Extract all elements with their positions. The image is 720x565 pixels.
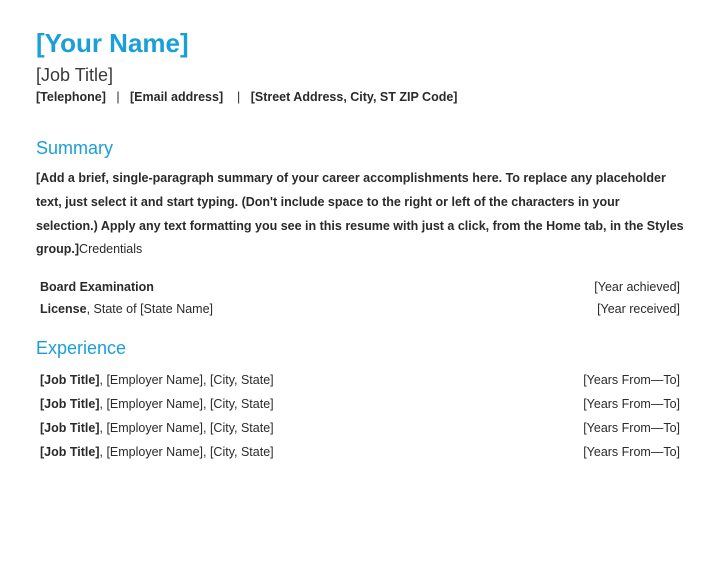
experience-left: [Job Title], [Employer Name], [City, Sta…	[40, 373, 274, 387]
experience-title: [Job Title]	[40, 397, 100, 411]
separator: |	[227, 90, 248, 104]
experience-details: , [Employer Name], [City, State]	[100, 445, 274, 459]
experience-details: , [Employer Name], [City, State]	[100, 421, 274, 435]
experience-years: [Years From—To]	[583, 373, 680, 387]
summary-trailing: Credentials	[79, 242, 142, 256]
contact-address: [Street Address, City, ST ZIP Code]	[251, 90, 458, 104]
credential-left: Board Examination	[40, 280, 154, 294]
credential-year: [Year achieved]	[594, 280, 680, 294]
resume-job-title: [Job Title]	[36, 65, 684, 86]
contact-email: [Email address]	[130, 90, 223, 104]
experience-years: [Years From—To]	[583, 397, 680, 411]
credential-label: License	[40, 302, 87, 316]
summary-heading: Summary	[36, 138, 684, 159]
credential-row: License, State of [State Name] [Year rec…	[40, 302, 680, 316]
experience-details: , [Employer Name], [City, State]	[100, 397, 274, 411]
credential-rest: , State of [State Name]	[87, 302, 213, 316]
experience-row: [Job Title], [Employer Name], [City, Sta…	[40, 373, 680, 387]
experience-title: [Job Title]	[40, 373, 100, 387]
experience-left: [Job Title], [Employer Name], [City, Sta…	[40, 421, 274, 435]
experience-years: [Years From—To]	[583, 445, 680, 459]
separator: |	[109, 90, 126, 104]
summary-body: [Add a brief, single-paragraph summary o…	[36, 167, 684, 262]
credential-left: License, State of [State Name]	[40, 302, 213, 316]
contact-telephone: [Telephone]	[36, 90, 106, 104]
experience-title: [Job Title]	[40, 421, 100, 435]
experience-row: [Job Title], [Employer Name], [City, Sta…	[40, 421, 680, 435]
experience-years: [Years From—To]	[583, 421, 680, 435]
experience-row: [Job Title], [Employer Name], [City, Sta…	[40, 445, 680, 459]
experience-left: [Job Title], [Employer Name], [City, Sta…	[40, 397, 274, 411]
experience-details: , [Employer Name], [City, State]	[100, 373, 274, 387]
experience-heading: Experience	[36, 338, 684, 359]
experience-row: [Job Title], [Employer Name], [City, Sta…	[40, 397, 680, 411]
contact-line: [Telephone] | [Email address] | [Street …	[36, 90, 684, 104]
credential-year: [Year received]	[597, 302, 680, 316]
experience-block: [Job Title], [Employer Name], [City, Sta…	[36, 373, 684, 459]
experience-left: [Job Title], [Employer Name], [City, Sta…	[40, 445, 274, 459]
experience-title: [Job Title]	[40, 445, 100, 459]
credential-label: Board Examination	[40, 280, 154, 294]
resume-name: [Your Name]	[36, 28, 684, 59]
credential-row: Board Examination [Year achieved]	[40, 280, 680, 294]
credentials-block: Board Examination [Year achieved] Licens…	[36, 280, 684, 316]
